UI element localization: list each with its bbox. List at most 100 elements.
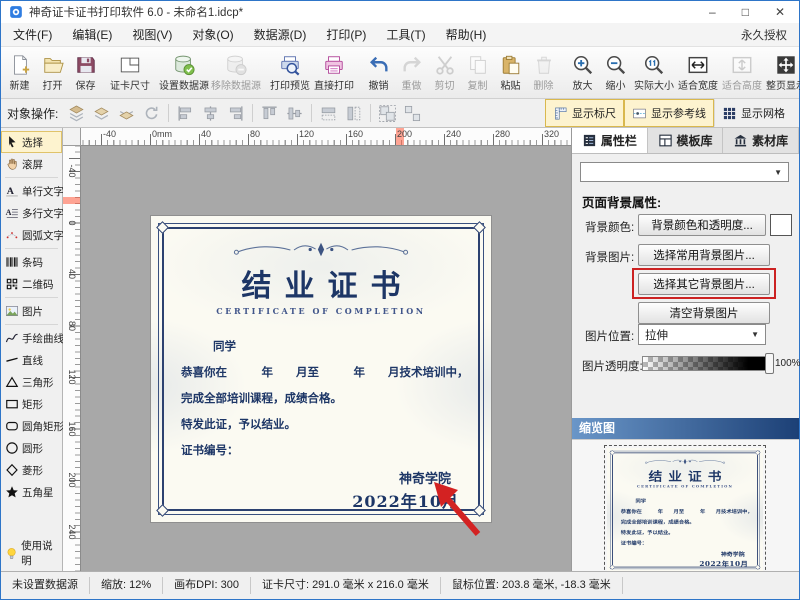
toolbar-card-size-button[interactable]: 证卡尺寸: [108, 48, 152, 98]
tool-pan[interactable]: 滚屏: [1, 153, 62, 175]
ungroup-icon[interactable]: [403, 104, 422, 123]
tool-triangle[interactable]: 三角形: [1, 371, 62, 393]
minimize-button[interactable]: –: [709, 5, 716, 19]
group-icon[interactable]: [378, 104, 397, 123]
toggle-ruler-button[interactable]: 显示标尺: [545, 99, 624, 127]
bg-color-button[interactable]: 背景颜色和透明度...: [638, 214, 766, 236]
toolbar-zoom-out-button[interactable]: 缩小: [599, 48, 632, 98]
toolbar-db-remove-button: 移除数据源: [210, 48, 262, 98]
menu-item-1[interactable]: 编辑(E): [62, 23, 122, 46]
align-middle-icon[interactable]: [285, 104, 304, 123]
certificate-salutation: 同学: [635, 497, 646, 503]
toolbar-print-preview-button[interactable]: 打印预览: [268, 48, 312, 98]
toolbar-button-label: 新建: [10, 77, 30, 92]
tool-star[interactable]: 五角星: [1, 481, 62, 503]
certificate-title: 结业证书: [151, 261, 491, 305]
certificate-body-line: 完成全部培训课程，成绩合格。: [181, 390, 342, 406]
tool-select[interactable]: 选择: [1, 131, 62, 153]
certificate-number-label: 证书编号：: [621, 540, 647, 546]
layer-down-icon[interactable]: [117, 104, 136, 123]
help-button[interactable]: 使用说明: [3, 538, 60, 568]
menu-item-0[interactable]: 文件(F): [3, 23, 62, 46]
same-height-icon[interactable]: [344, 104, 363, 123]
design-canvas[interactable]: 结业证书 CERTIFICATE OF COMPLETION 同学 恭喜你在 年…: [81, 146, 571, 571]
toolbar-fit-page-button[interactable]: 整页显示: [764, 48, 800, 98]
layer-front-icon[interactable]: [67, 104, 86, 123]
maximize-button[interactable]: □: [742, 5, 749, 19]
chevron-down-icon: ▼: [774, 168, 782, 177]
certificate: 结业证书 CERTIFICATE OF COMPLETION 同学 恭喜你在 年…: [607, 448, 763, 572]
certificate-object[interactable]: 结业证书 CERTIFICATE OF COMPLETION 同学 恭喜你在 年…: [151, 216, 491, 522]
menu-item-5[interactable]: 打印(P): [316, 23, 376, 46]
toolbar-db-set-button[interactable]: 设置数据源: [158, 48, 210, 98]
rotate-icon[interactable]: [142, 104, 161, 123]
tool-diamond[interactable]: 菱形: [1, 459, 62, 481]
fit-width-icon: [687, 54, 709, 76]
h-ruler-label: 320: [544, 129, 559, 139]
toolbar-paste-button[interactable]: 粘贴: [494, 48, 527, 98]
tool-circle[interactable]: 圆形: [1, 437, 62, 459]
choose-common-bg-button[interactable]: 选择常用背景图片...: [638, 244, 770, 266]
align-left-icon[interactable]: [176, 104, 195, 123]
toolbar-button-label: 删除: [534, 77, 554, 92]
tool-text-multi[interactable]: A多行文字: [1, 202, 62, 224]
chevron-down-icon: ▼: [751, 330, 759, 339]
menu-item-7[interactable]: 帮助(H): [436, 23, 497, 46]
menu-item-2[interactable]: 视图(V): [122, 23, 182, 46]
same-width-icon[interactable]: [319, 104, 338, 123]
toolbar-fit-width-button[interactable]: 适合宽度: [676, 48, 720, 98]
toolbar-button-label: 实际大小: [634, 77, 674, 92]
toolbar-zoom-in-button[interactable]: 放大: [566, 48, 599, 98]
object-selector-dropdown[interactable]: ▼: [580, 162, 789, 182]
tool-round-rect[interactable]: 圆角矩形: [1, 415, 62, 437]
tool-line[interactable]: 直线: [1, 349, 62, 371]
tab-prop-list[interactable]: 属性栏: [572, 128, 648, 153]
toolbar-undo-button[interactable]: 撤销: [362, 48, 395, 98]
opacity-slider[interactable]: [642, 356, 772, 371]
toggle-guides-button[interactable]: 显示参考线: [624, 99, 714, 127]
toolbar-printer-button[interactable]: 直接打印: [312, 48, 356, 98]
toolbar-new-doc-button[interactable]: 新建: [3, 48, 36, 98]
printer-icon: [323, 54, 345, 76]
toolbar-button-label: 设置数据源: [159, 77, 209, 92]
tool-text-single[interactable]: A单行文字: [1, 180, 62, 202]
tool-text-arc[interactable]: 圆弧文字: [1, 224, 62, 246]
certificate-body-line: 完成全部培训课程，成绩合格。: [621, 518, 695, 524]
menu-item-6[interactable]: 工具(T): [376, 23, 435, 46]
opacity-slider-handle[interactable]: [765, 353, 774, 374]
toolbar-button-label: 保存: [76, 77, 96, 92]
undo-icon: [368, 54, 390, 76]
tool-curve[interactable]: 手绘曲线: [1, 327, 62, 349]
tab-material[interactable]: 素材库: [723, 128, 799, 153]
objectbar-separator: [311, 104, 312, 122]
layer-up-icon[interactable]: [92, 104, 111, 123]
choose-other-bg-button[interactable]: 选择其它背景图片...: [638, 273, 770, 295]
toolbar-button-label: 证卡尺寸: [110, 77, 150, 92]
clear-bg-button[interactable]: 清空背景图片: [638, 302, 770, 324]
align-center-icon[interactable]: [201, 104, 220, 123]
tool-image[interactable]: 图片: [1, 300, 62, 322]
image-position-dropdown[interactable]: 拉伸 ▼: [638, 324, 766, 345]
thumbnail-box[interactable]: 结业证书 CERTIFICATE OF COMPLETION 同学 恭喜你在 年…: [607, 448, 763, 572]
toolbar-actual-size-button[interactable]: 实际大小: [632, 48, 676, 98]
tab-label: 属性栏: [601, 132, 637, 149]
tool-label: 五角星: [22, 485, 54, 500]
toggle-grid-button[interactable]: 显示网格: [714, 99, 793, 127]
tool-rect[interactable]: 矩形: [1, 393, 62, 415]
bg-color-swatch[interactable]: [770, 214, 792, 236]
flourish-ornament-icon: [644, 458, 727, 466]
toolbar-open-folder-button[interactable]: 打开: [36, 48, 69, 98]
menu-item-3[interactable]: 对象(O): [182, 23, 243, 46]
corner-ornament: [473, 221, 486, 234]
toolbar-save-disk-button[interactable]: 保存: [69, 48, 102, 98]
close-button[interactable]: ✕: [775, 5, 785, 19]
text-single-icon: A: [5, 184, 19, 198]
align-top-icon[interactable]: [260, 104, 279, 123]
card-size-icon: [119, 54, 141, 76]
tab-template[interactable]: 模板库: [648, 128, 724, 153]
menu-item-4[interactable]: 数据源(D): [244, 23, 317, 46]
tool-qrcode[interactable]: 二维码: [1, 273, 62, 295]
tool-barcode[interactable]: 条码: [1, 251, 62, 273]
bg-image-label: 背景图片:: [585, 249, 634, 265]
align-right-icon[interactable]: [226, 104, 245, 123]
